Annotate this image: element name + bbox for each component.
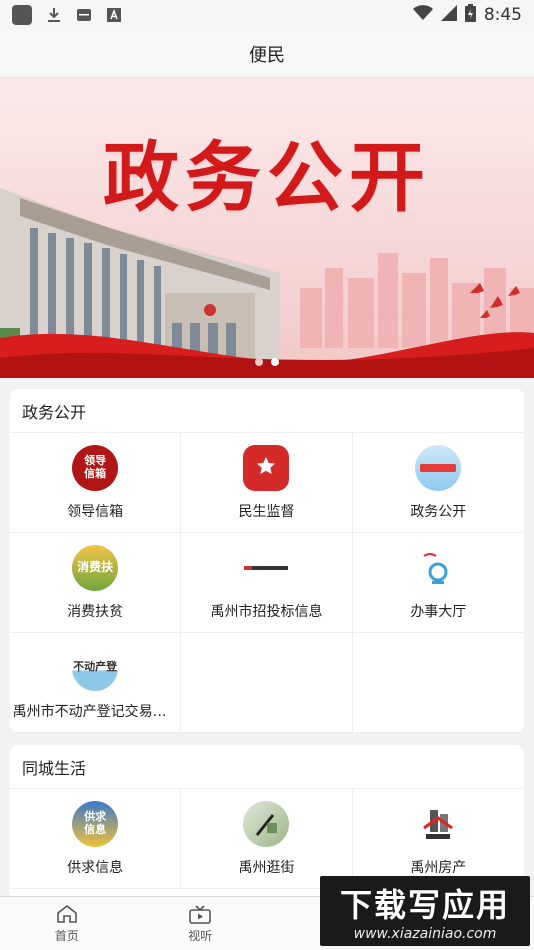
watermark-line1: 下载写应用	[339, 886, 510, 924]
download-icon	[46, 7, 62, 23]
grid-item-label: 禹州逛街	[238, 859, 295, 876]
watermark-line2: www.xiazainiao.com	[353, 926, 497, 942]
grid-item-label: 民生监督	[238, 503, 295, 520]
grid-item-yuzhou-shopping[interactable]: 禹州逛街	[181, 789, 353, 889]
home-icon	[55, 903, 79, 925]
government-affairs-icon	[415, 444, 462, 491]
carousel-dot-active[interactable]	[271, 358, 279, 366]
grid-item-livelihood-supervision[interactable]: 民生监督	[181, 433, 353, 533]
tab-home[interactable]: 首页	[0, 897, 134, 950]
grid-item-consumption-poverty[interactable]: 消费扶 消费扶贫	[10, 533, 182, 633]
grid-item-government-affairs[interactable]: 政务公开	[352, 433, 524, 533]
real-estate-icon: 不动产登	[72, 644, 119, 691]
leader-mailbox-icon: 领导 信箱	[72, 444, 119, 491]
grid-item-label: 办事大厅	[410, 603, 467, 620]
service-hall-icon	[415, 544, 462, 591]
wifi-icon	[412, 4, 433, 26]
bidding-info-icon	[243, 544, 290, 591]
tab-label: 首页	[54, 929, 79, 943]
section-government-affairs: 政务公开 领导 信箱 领导信箱 民生监督 政务公开 消费扶 消费扶贫 禹州市招投…	[10, 389, 524, 733]
carousel-dot[interactable]	[255, 358, 263, 366]
status-bar: 8:45	[0, 0, 534, 30]
grid-item-label: 政务公开	[410, 503, 467, 520]
section-title: 政务公开	[10, 389, 524, 433]
real-estate-house-icon	[415, 800, 462, 847]
page-title: 便民	[249, 44, 285, 66]
carousel-indicator	[0, 358, 534, 366]
tv-icon	[188, 903, 212, 925]
grid-item-label: 领导信箱	[67, 503, 124, 520]
tab-label: 视听	[188, 929, 213, 943]
grid-item-service-hall[interactable]: 办事大厅	[352, 533, 524, 633]
battery-icon	[464, 3, 476, 27]
grid-item-label: 供求信息	[67, 859, 124, 876]
grid-item-label: 禹州市不动产登记交易网…	[12, 703, 178, 720]
app-notification-icon	[12, 5, 32, 25]
grid-item-label: 消费扶贫	[67, 603, 124, 620]
section-title: 同城生活	[10, 745, 524, 789]
watermark-overlay: 下载写应用 www.xiazainiao.com	[320, 876, 530, 946]
title-bar: 便民	[0, 30, 534, 78]
tab-audio-video[interactable]: 视听	[134, 897, 268, 950]
grid-item-label: 禹州市招投标信息	[210, 603, 323, 620]
banner-title: 政务公开	[103, 133, 431, 222]
grid-item-real-estate-registration[interactable]: 不动产登 禹州市不动产登记交易网…	[10, 633, 182, 733]
signal-icon	[440, 4, 457, 26]
grid-item-bidding-info[interactable]: 禹州市招投标信息	[181, 533, 353, 633]
shopping-icon	[243, 800, 290, 847]
clock: 8:45	[483, 5, 522, 25]
font-icon	[106, 7, 122, 23]
grid-item-leader-mailbox[interactable]: 领导 信箱 领导信箱	[10, 433, 182, 533]
grid-item-label: 禹州房产	[410, 859, 467, 876]
storage-icon	[76, 7, 92, 23]
consumption-poverty-icon: 消费扶	[72, 544, 119, 591]
supervision-icon	[243, 444, 290, 491]
grid-empty-cell	[352, 633, 524, 733]
banner-carousel[interactable]: 政务公开	[0, 78, 534, 378]
grid-empty-cell	[181, 633, 353, 733]
grid-item-yuzhou-real-estate[interactable]: 禹州房产	[352, 789, 524, 889]
grid-item-supply-demand[interactable]: 供求 信息 供求信息	[10, 789, 182, 889]
supply-demand-icon: 供求 信息	[72, 800, 119, 847]
